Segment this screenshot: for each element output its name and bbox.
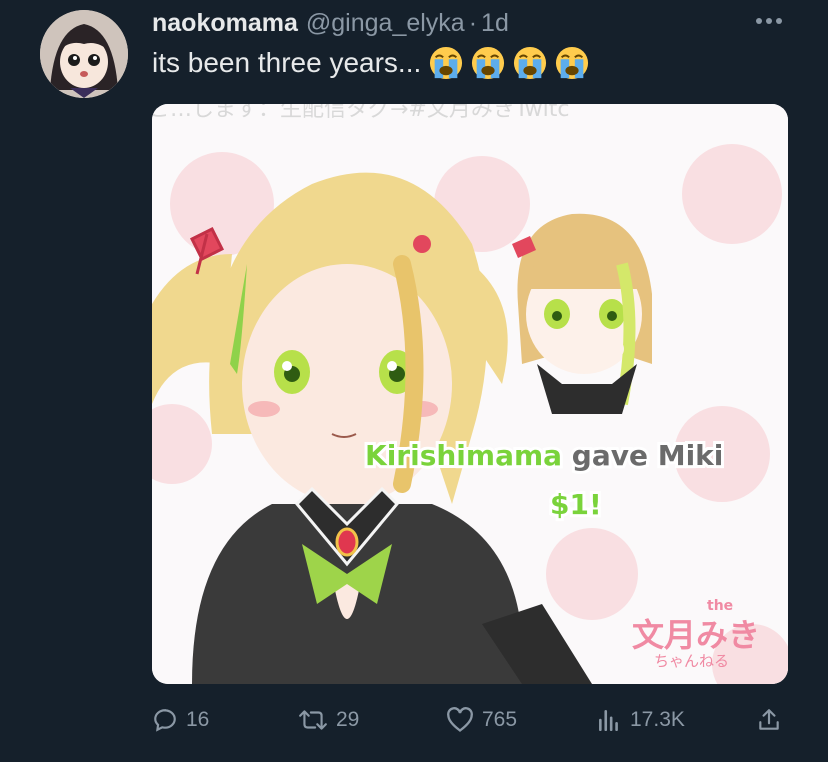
top-caption: ご…します：生配信タグ→#文月みきTwitc — [152, 104, 570, 122]
reply-button[interactable]: 16 — [152, 700, 209, 740]
share-icon — [759, 709, 779, 730]
retweet-icon — [299, 710, 327, 730]
view-count: 17.3K — [630, 708, 685, 731]
share-button[interactable] — [756, 700, 782, 740]
donation-amount: $1! — [550, 488, 602, 521]
retweet-button[interactable]: 29 — [298, 700, 359, 740]
tweet-media[interactable]: ご…します：生配信タグ→#文月みきTwitc Kirishimama gave … — [152, 104, 788, 684]
like-count: 765 — [482, 708, 518, 731]
avatar[interactable] — [40, 10, 128, 98]
donation-name: Kirishimama — [365, 439, 562, 472]
tweet-text-row: its been three years... — [152, 46, 589, 80]
tweet-text: its been three years... — [152, 47, 422, 78]
user-handle[interactable]: @ginga_elyka — [306, 9, 465, 38]
like-button[interactable]: 765 — [446, 700, 517, 740]
media-image: ご…します：生配信タグ→#文月みきTwitc Kirishimama gave … — [152, 104, 788, 684]
loudly-crying-face-icon — [472, 46, 505, 80]
loudly-crying-face-icon — [514, 46, 547, 80]
retweet-count: 29 — [336, 708, 360, 731]
timestamp[interactable]: 1d — [481, 9, 509, 38]
more-options-button[interactable] — [752, 4, 786, 38]
svg-text:Kirishimama gave Miki: Kirishimama gave Miki — [365, 439, 723, 472]
loudly-crying-face-icon — [556, 46, 589, 80]
tweet-header: naokomama @ginga_elyka · 1d — [152, 6, 509, 40]
logo-small-text: the — [707, 598, 733, 614]
views-chart-icon — [599, 710, 618, 732]
more-icon — [756, 18, 782, 24]
tweet-actions: 16 29 765 17.3K — [152, 700, 788, 740]
display-name[interactable]: naokomama — [152, 9, 298, 38]
reply-icon — [154, 709, 176, 732]
donation-text: gave Miki — [562, 439, 723, 472]
avatar-image — [40, 10, 128, 98]
reply-count: 16 — [186, 708, 210, 731]
logo-main-text: 文月みき — [632, 616, 760, 654]
loudly-crying-face-icon — [430, 46, 463, 80]
logo-sub-text: ちゃんねる — [654, 652, 729, 670]
separator-dot: · — [468, 8, 478, 37]
views-button[interactable]: 17.3K — [596, 700, 685, 740]
heart-icon — [447, 707, 473, 732]
